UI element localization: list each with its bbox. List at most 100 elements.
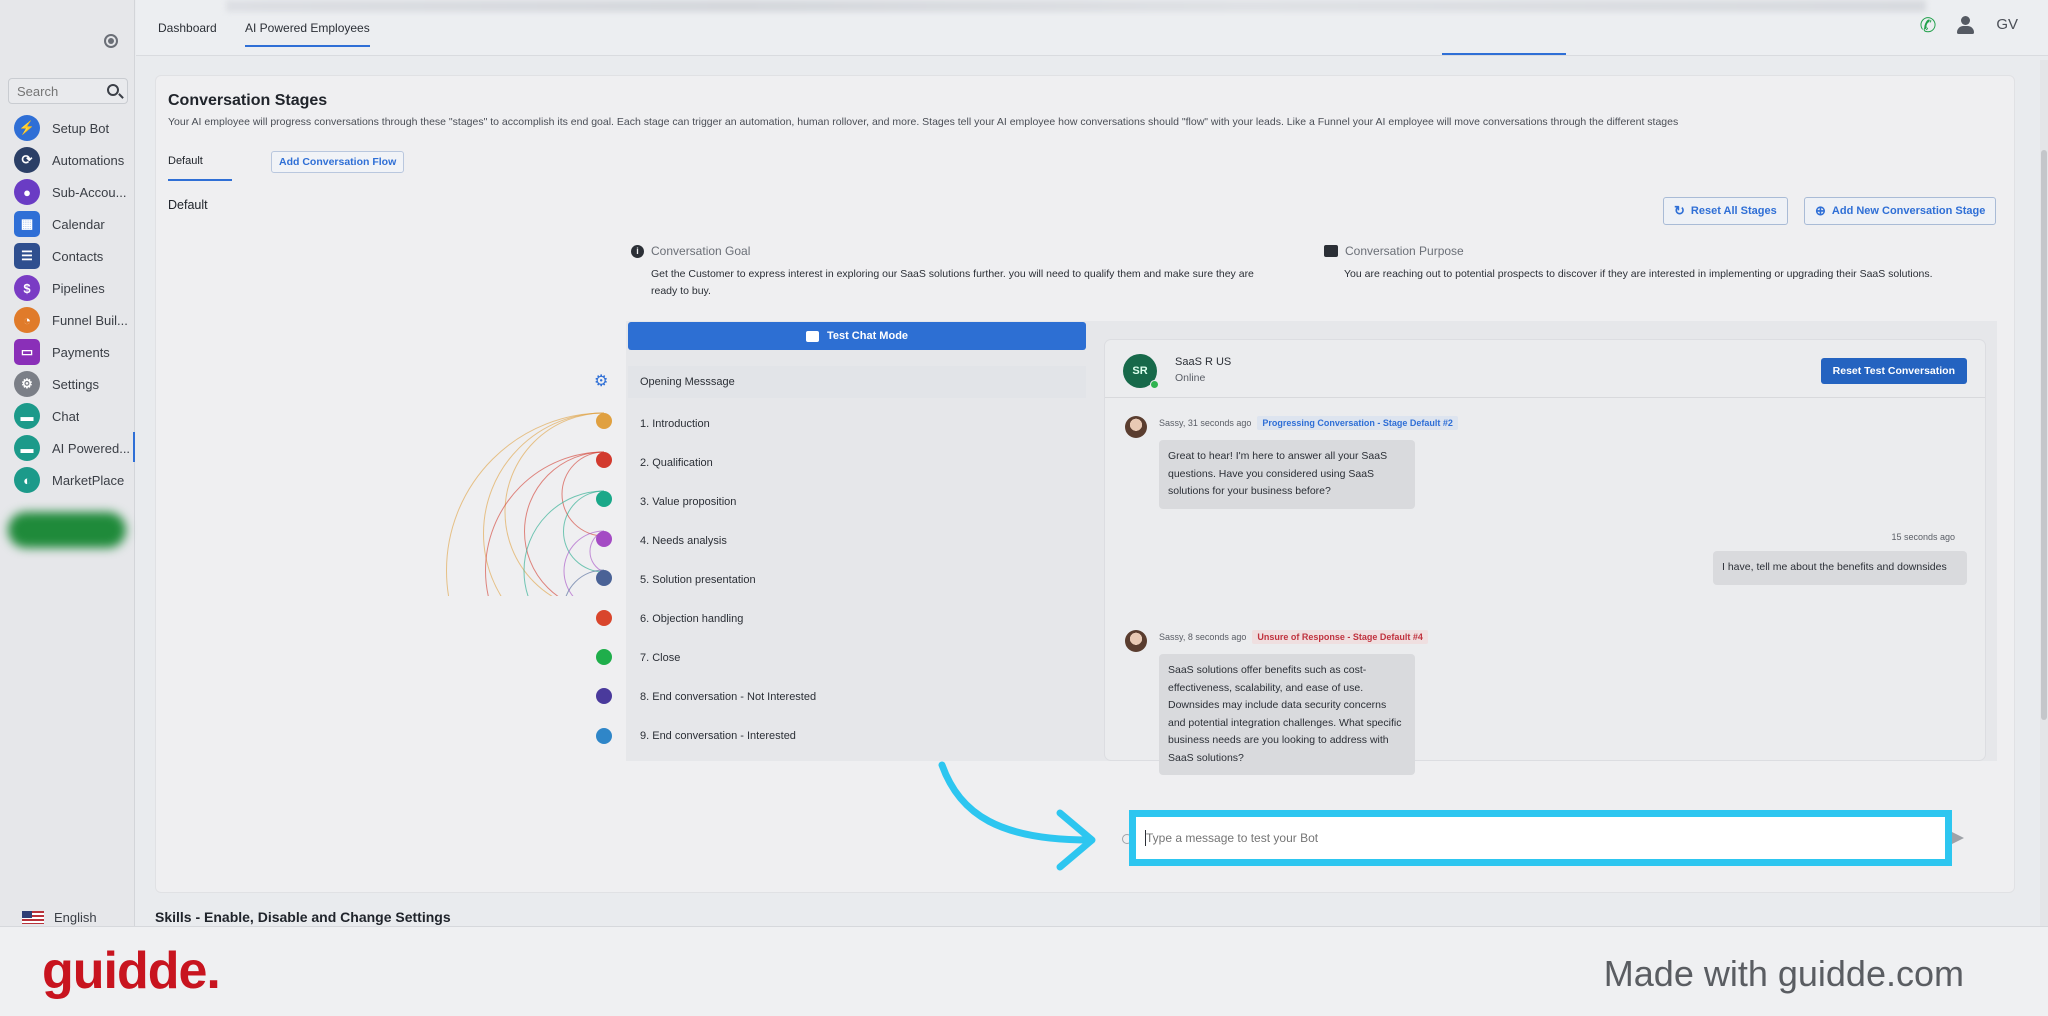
chat-icon (805, 330, 819, 342)
chat-contact-name: SaaS R US (1175, 356, 1232, 368)
calendar-icon: ▦ (14, 211, 40, 237)
goal-text: Get the Customer to express interest in … (651, 268, 1254, 297)
sidebar-item-chat[interactable]: ▬ Chat (14, 402, 135, 430)
sidebar-item-label: Calendar (52, 216, 105, 232)
gear-icon: ⚙ (14, 371, 40, 397)
opening-message-stage[interactable]: Opening Messsage (628, 366, 1086, 398)
marketplace-icon: ◐ (14, 467, 40, 493)
stage-dot-1 (596, 413, 612, 429)
avatar[interactable]: GV (1996, 16, 2018, 33)
scrollbar-thumb[interactable] (2041, 150, 2047, 720)
sidebar-item-marketplace[interactable]: ◐ MarketPlace (14, 466, 135, 494)
person-icon: ● (14, 179, 40, 205)
stage-item-9[interactable]: 9. End conversation - Interested (640, 730, 796, 742)
settings-gear-icon[interactable]: ⚙ (594, 374, 610, 390)
stage-item-2[interactable]: 2. Qualification (640, 457, 713, 469)
stage-dot-7 (596, 649, 612, 665)
bot-avatar (1125, 630, 1147, 652)
sidebar-item-funnel-builder[interactable]: ◔ Funnel Buil... (14, 306, 135, 334)
stage-item-4[interactable]: 4. Needs analysis (640, 535, 727, 547)
sidebar-item-settings[interactable]: ⚙ Settings (14, 370, 135, 398)
sidebar-item-payments[interactable]: ▭ Payments (14, 338, 135, 366)
stage-dot-6 (596, 610, 612, 626)
stage-dot-9 (596, 728, 612, 744)
reset-all-label: Reset All Stages (1690, 205, 1777, 217)
user-message: I have, tell me about the benefits and d… (1713, 551, 1967, 585)
sidebar-item-pipelines[interactable]: $ Pipelines (14, 274, 135, 302)
language-label: English (54, 910, 97, 925)
search-input[interactable] (9, 79, 101, 103)
dollar-icon: $ (14, 275, 40, 301)
contacts-icon[interactable] (1954, 14, 1978, 38)
tab-ai-powered-employees[interactable]: AI Powered Employees (245, 21, 370, 47)
sidebar-item-label: Setup Bot (52, 120, 110, 136)
reset-test-conversation-button[interactable]: Reset Test Conversation (1820, 358, 1967, 384)
stage-item-3[interactable]: 3. Value proposition (640, 496, 736, 508)
stage-item-8[interactable]: 8. End conversation - Not Interested (640, 691, 816, 703)
message-icon (1324, 245, 1338, 257)
search-icon[interactable] (107, 84, 119, 96)
sidebar-item-contacts[interactable]: ☰ Contacts (14, 242, 135, 270)
sidebar-item-label: Payments (52, 344, 110, 360)
sidebar-item-sub-accounts[interactable]: ● Sub-Accou... (14, 178, 135, 206)
purpose-title: Conversation Purpose (1345, 244, 1464, 258)
stage-item-6[interactable]: 6. Objection handling (640, 613, 743, 625)
stage-dot-8 (596, 688, 612, 704)
stage-item-1[interactable]: 1. Introduction (640, 418, 710, 430)
chat-message-input-highlight[interactable] (1129, 810, 1952, 866)
conversation-purpose: Conversation Purpose You are reaching ou… (1324, 244, 2004, 283)
sidebar-item-setup-bot[interactable]: ⚡ Setup Bot (14, 114, 135, 142)
stage-dot-2 (596, 452, 612, 468)
stage-item-5[interactable]: 5. Solution presentation (640, 574, 756, 586)
sidebar-item-calendar[interactable]: ▦ Calendar (14, 210, 135, 238)
stage-dot-4 (596, 531, 612, 547)
add-new-label: Add New Conversation Stage (1831, 205, 1986, 217)
reset-all-stages-button[interactable]: ↻ Reset All Stages (1663, 197, 1788, 225)
sidebar: ⚡ Setup Bot ⟳ Automations ● Sub-Accou...… (0, 0, 135, 926)
stage-flow-arcs (446, 412, 605, 596)
purpose-text: You are reaching out to potential prospe… (1344, 268, 1933, 280)
message-meta: Sassy, 31 seconds ago Progressing Convers… (1159, 416, 1458, 430)
record-icon[interactable] (104, 34, 118, 48)
bolt-icon: ⚡ (14, 115, 40, 141)
stage-item-7[interactable]: 7. Close (640, 652, 680, 664)
test-chat-panel: SR SaaS R US Online Reset Test Conversat… (1105, 340, 1985, 775)
sidebar-item-label: Automations (52, 152, 125, 168)
language-selector[interactable]: English (22, 910, 97, 925)
send-icon[interactable] (1952, 832, 1964, 844)
automation-icon: ⟳ (14, 147, 40, 173)
skills-section-title: Skills - Enable, Disable and Change Sett… (155, 909, 451, 925)
tab-dashboard[interactable]: Dashboard (158, 21, 217, 35)
stage-tag: Progressing Conversation - Stage Default… (1257, 416, 1458, 430)
sidebar-item-ai-powered[interactable]: ▬ AI Powered... (14, 432, 135, 462)
blurred-header (226, 0, 1926, 12)
sidebar-item-label: Contacts (52, 248, 104, 264)
card-icon: ▭ (14, 339, 40, 365)
chat-icon: ▬ (14, 403, 40, 429)
add-new-stage-button[interactable]: ⊕ Add New Conversation Stage (1804, 197, 1997, 225)
funnel-icon: ◔ (14, 307, 40, 333)
sidebar-item-label: MarketPlace (52, 472, 125, 488)
contacts-icon: ☰ (14, 243, 40, 269)
sidebar-item-label: Chat (52, 408, 80, 424)
message-meta: Sassy, 8 seconds ago Unsure of Response -… (1159, 630, 1428, 644)
bot-message: SaaS solutions offer benefits such as co… (1159, 654, 1415, 775)
vertical-scrollbar[interactable] (2040, 60, 2048, 926)
sidebar-item-label: Sub-Accou... (52, 184, 127, 200)
chat-message-input[interactable] (1136, 817, 1945, 859)
guidde-logo: guidde. (42, 942, 221, 1000)
message-time: Sassy, 8 seconds ago (1159, 632, 1247, 642)
sidebar-item-label: AI Powered... (52, 440, 131, 456)
stage-tag: Unsure of Response - Stage Default #4 (1252, 630, 1428, 644)
sidebar-item-label: Settings (52, 376, 99, 392)
chat-contact-status: Online (1175, 372, 1206, 384)
stage-dot-3 (596, 491, 612, 507)
test-chat-mode-button[interactable]: Test Chat Mode (628, 322, 1086, 350)
plus-circle-icon: ⊕ (1815, 203, 1826, 218)
search-box[interactable] (8, 78, 128, 104)
blurred-button[interactable] (8, 512, 126, 548)
phone-icon[interactable]: ✆ (1916, 14, 1940, 38)
chat-header: SR SaaS R US Online Reset Test Conversat… (1105, 340, 1985, 398)
message-time: 15 seconds ago (1891, 532, 1955, 542)
sidebar-item-automations[interactable]: ⟳ Automations (14, 146, 135, 174)
